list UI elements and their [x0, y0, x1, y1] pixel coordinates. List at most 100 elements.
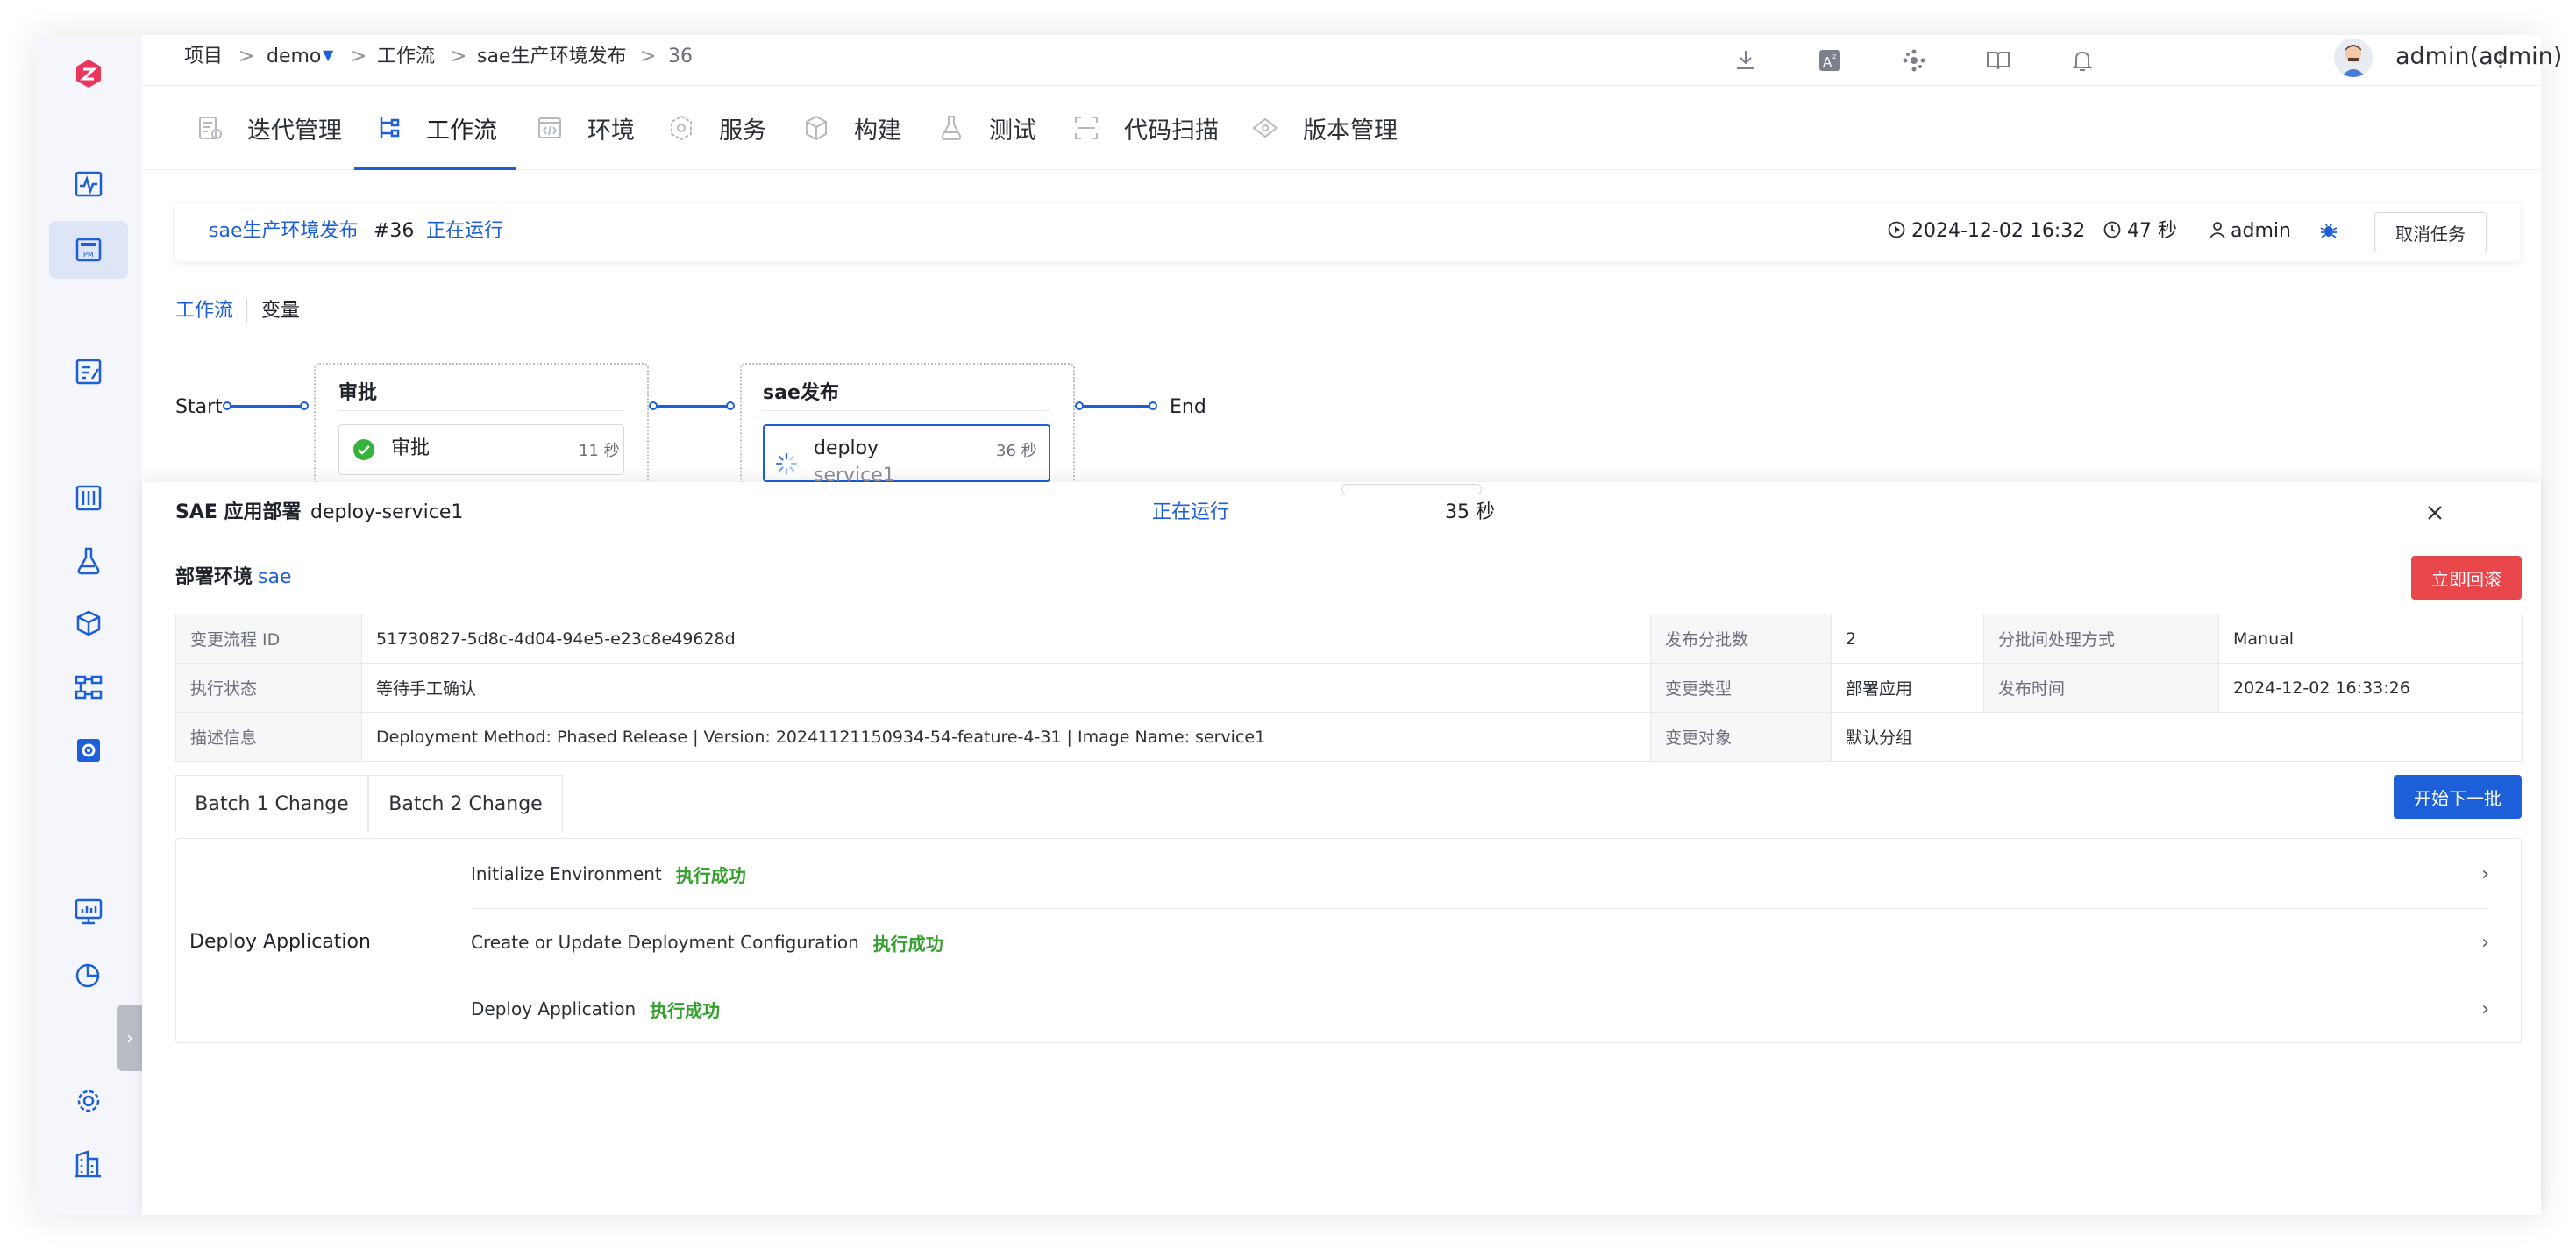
- step-status: 执行成功: [650, 999, 721, 1021]
- sidebar-item-settings[interactable]: [64, 1076, 113, 1126]
- close-icon[interactable]: [2423, 501, 2446, 524]
- tab-batch-1[interactable]: Batch 1 Change: [175, 775, 368, 833]
- sidebar-item-monitor[interactable]: [64, 887, 113, 936]
- tab-build[interactable]: 构建: [801, 86, 901, 170]
- tab-service[interactable]: 服务: [666, 86, 766, 170]
- stage-title: sae发布: [763, 382, 839, 404]
- task-workflow-name[interactable]: sae生产环境发布: [209, 218, 358, 245]
- rollback-button[interactable]: 立即回滚: [2411, 556, 2522, 600]
- sidebar-item-enterprise[interactable]: [64, 1140, 113, 1189]
- sidebar-item-board[interactable]: [64, 473, 113, 522]
- tab-batch-2[interactable]: Batch 2 Change: [368, 775, 563, 833]
- stage-title-divider: [338, 410, 624, 411]
- info-label: 描述信息: [175, 712, 362, 762]
- sidebar-item-plan[interactable]: [64, 347, 113, 396]
- version-icon: [1250, 113, 1280, 143]
- svg-text:PM: PM: [83, 251, 94, 259]
- table-row: 执行状态 等待手工确认 变更类型 部署应用 发布时间 2024-12-02 16…: [175, 663, 2523, 713]
- connector-dot: [726, 401, 735, 410]
- pipeline-end-label: End: [1170, 396, 1206, 418]
- plugin-cluster-icon[interactable]: [1899, 46, 1929, 75]
- breadcrumb-workflow[interactable]: 工作流: [377, 44, 435, 70]
- info-label: 变更对象: [1650, 712, 1832, 762]
- breadcrumb-separator: >: [451, 46, 467, 67]
- book-icon[interactable]: [1983, 46, 2013, 75]
- chevron-right-icon[interactable]: ›: [2481, 932, 2489, 954]
- subtab-variables[interactable]: 变量: [261, 298, 300, 324]
- zadig-logo-icon[interactable]: [64, 49, 113, 98]
- step-status: 执行成功: [872, 933, 943, 955]
- tab-iteration[interactable]: 迭代管理: [195, 86, 342, 170]
- breadcrumb-workflow-name[interactable]: sae生产环境发布: [477, 44, 626, 70]
- start-next-batch-button[interactable]: 开始下一批: [2394, 775, 2522, 819]
- pie-chart-icon: [75, 963, 100, 988]
- step-row-initialize[interactable]: Initialize Environment 执行成功 ›: [471, 840, 2537, 908]
- tab-workflow[interactable]: 工作流: [354, 86, 516, 170]
- tab-code-scan[interactable]: 代码扫描: [1071, 86, 1219, 170]
- tab-label: 工作流: [426, 117, 497, 145]
- step-status: 执行成功: [675, 864, 746, 886]
- connector-dot: [1149, 401, 1157, 410]
- tab-environment[interactable]: 环境: [535, 86, 635, 170]
- drawer-status: 正在运行: [1152, 501, 1230, 523]
- breadcrumb-run-number: 36: [668, 46, 693, 67]
- test-flask-icon: [936, 113, 966, 143]
- task-start-time: 2024-12-02 16:32: [1911, 220, 2086, 242]
- debug-bug-icon[interactable]: [2318, 220, 2339, 241]
- drawer-header: [142, 487, 2541, 543]
- service-icon: [666, 113, 696, 143]
- info-value-change-type: 部署应用: [1831, 663, 1984, 713]
- translate-icon[interactable]: Az: [1815, 46, 1845, 75]
- sidebar-item-release[interactable]: [64, 663, 113, 712]
- breadcrumb-project[interactable]: 项目: [184, 44, 223, 70]
- pipeline-connector: [654, 405, 731, 408]
- task-creator: admin: [2231, 220, 2291, 242]
- job-service-name: service1: [814, 465, 895, 482]
- info-label: 发布分批数: [1650, 614, 1832, 664]
- sidebar-collapse-button[interactable]: ›: [117, 1005, 142, 1071]
- step-name: Create or Update Deployment Configuratio…: [471, 932, 859, 953]
- breadcrumb-project-name[interactable]: demo: [267, 44, 321, 70]
- avatar[interactable]: [2334, 39, 2373, 77]
- sidebar-item-artifact[interactable]: [64, 600, 113, 649]
- caret-down-icon[interactable]: ▼: [323, 42, 333, 68]
- sidebar-item-statistics[interactable]: [64, 950, 113, 999]
- success-check-icon: [352, 438, 375, 461]
- more-vertical-icon[interactable]: [2492, 46, 2509, 75]
- info-label: 执行状态: [175, 663, 362, 713]
- tab-version[interactable]: 版本管理: [1250, 86, 1398, 170]
- flow-icon: [75, 675, 103, 700]
- table-row: 变更流程 ID 51730827-5d8c-4d04-94e5-e23c8e49…: [175, 614, 2523, 664]
- chevron-right-icon[interactable]: ›: [2481, 863, 2489, 885]
- info-value-target: 默认分组: [1831, 712, 2523, 762]
- cancel-task-button[interactable]: 取消任务: [2374, 212, 2487, 252]
- tab-label: 测试: [989, 117, 1036, 145]
- stage-title: 审批: [338, 382, 378, 404]
- sidebar-item-test[interactable]: [64, 536, 113, 586]
- info-label: 发布时间: [1983, 663, 2219, 713]
- info-value-change-id: 51730827-5d8c-4d04-94e5-e23c8e49628d: [361, 614, 1651, 664]
- step-row-config[interactable]: Create or Update Deployment Configuratio…: [471, 908, 2537, 977]
- breadcrumb-separator: >: [351, 46, 367, 67]
- sidebar-item-resource[interactable]: [64, 726, 113, 775]
- info-value-description: Deployment Method: Phased Release | Vers…: [361, 712, 1651, 762]
- iteration-icon: [195, 113, 224, 143]
- step-row-deploy[interactable]: Deploy Application 执行成功 ›: [471, 975, 2537, 1043]
- project-pm-icon: PM: [75, 238, 102, 262]
- board-icon: [75, 485, 102, 511]
- bell-icon[interactable]: [2067, 46, 2097, 75]
- info-label: 变更流程 ID: [175, 614, 362, 664]
- download-icon[interactable]: [1731, 46, 1761, 75]
- sidebar-item-dashboard[interactable]: [64, 160, 113, 209]
- tab-label: 环境: [587, 117, 635, 145]
- info-value-publish-time: 2024-12-02 16:33:26: [2218, 663, 2523, 713]
- deployment-info-table: 变更流程 ID 51730827-5d8c-4d04-94e5-e23c8e49…: [175, 614, 2523, 762]
- sidebar-item-project[interactable]: PM: [49, 221, 128, 279]
- subtab-workflow[interactable]: 工作流: [175, 298, 233, 324]
- top-bar: 项目 > demo ▼ > 工作流 > sae生产环境发布 > 36 Az ad…: [142, 35, 2562, 86]
- flask-icon: [77, 547, 100, 575]
- user-name[interactable]: admin(admin): [2395, 42, 2562, 72]
- chevron-right-icon[interactable]: ›: [2481, 998, 2489, 1020]
- tab-test[interactable]: 测试: [936, 86, 1036, 170]
- svg-text:A: A: [1823, 54, 1832, 70]
